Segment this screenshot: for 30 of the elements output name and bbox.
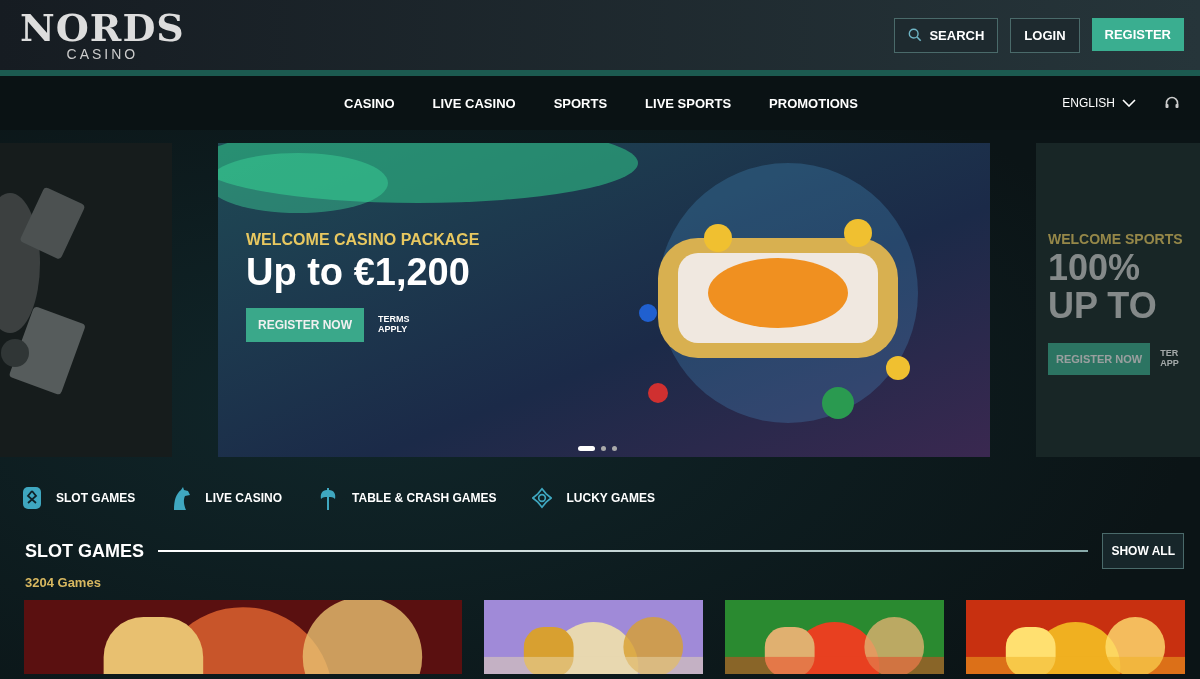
rune-icon (22, 486, 42, 510)
search-icon (908, 28, 923, 42)
nav-link[interactable]: CASINO (344, 95, 395, 111)
knot-icon (532, 486, 553, 510)
show-all-button[interactable]: SHOW ALL (1102, 533, 1184, 569)
game-count: 3204 Games (25, 575, 102, 590)
logo[interactable]: NORDS CASINO (20, 9, 185, 61)
dragon-head-icon (171, 486, 192, 510)
chevron-down-icon (1122, 99, 1136, 107)
language-dropdown[interactable]: ENGLISH (1056, 95, 1142, 111)
login-button[interactable]: LOGIN (1010, 17, 1080, 53)
promo-headline: Up to €1,200 (246, 251, 470, 294)
promo-subtitle: WELCOME CASINO PACKAGE (246, 231, 480, 249)
promo-subtitle: WELCOME SPORTS (1048, 231, 1183, 247)
carousel-dot[interactable] (612, 446, 617, 451)
category-link[interactable]: SLOT GAMES (22, 486, 136, 510)
headset-icon[interactable] (1164, 95, 1180, 111)
section-title: SLOT GAMES (25, 540, 144, 562)
terms-link[interactable]: TERMS APPLY (378, 315, 414, 335)
terms-link[interactable]: TER APP (1160, 348, 1179, 369)
nav-link[interactable]: PROMOTIONS (769, 95, 858, 111)
carousel-dot[interactable] (601, 446, 606, 451)
nav-link[interactable]: LIVE SPORTS (645, 95, 732, 111)
category-link[interactable]: LUCKY GAMES (532, 486, 655, 510)
search-button[interactable]: SEARCH (894, 17, 999, 53)
nav-link[interactable]: LIVE CASINO (432, 95, 516, 111)
nav-link[interactable]: SPORTS (553, 95, 608, 111)
category-link[interactable]: TABLE & CRASH GAMES (318, 486, 497, 510)
promo-headline: 100% UP TO (1048, 249, 1158, 325)
category-link[interactable]: LIVE CASINO (171, 486, 283, 510)
